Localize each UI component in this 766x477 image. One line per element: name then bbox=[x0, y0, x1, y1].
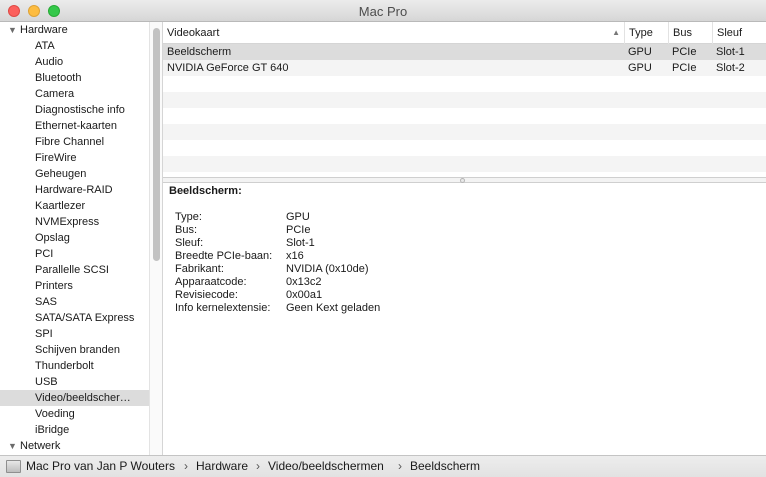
column-header-type[interactable]: Type bbox=[624, 22, 668, 44]
sidebar-item[interactable]: Schijven branden bbox=[0, 342, 149, 358]
table-row-empty bbox=[163, 92, 766, 108]
path-separator-icon: › bbox=[184, 459, 188, 473]
column-header-videokaart[interactable]: Videokaart ▲ bbox=[163, 22, 624, 44]
detail-field-key: Breedte PCIe-baan: bbox=[175, 250, 273, 262]
table-row-empty bbox=[163, 76, 766, 92]
sidebar-item[interactable]: Diagnostische info bbox=[0, 102, 149, 118]
sidebar-item[interactable]: iBridge bbox=[0, 422, 149, 438]
sidebar-item[interactable]: Fibre Channel bbox=[0, 134, 149, 150]
sidebar-scrollbar-thumb[interactable] bbox=[153, 28, 160, 261]
detail-title: Beeldscherm: bbox=[169, 185, 242, 197]
column-header-sleuf[interactable]: Sleuf bbox=[712, 22, 766, 44]
detail-field-key: Fabrikant: bbox=[175, 263, 224, 275]
detail-field-key: Revisiecode: bbox=[175, 289, 238, 301]
detail-field-key: Info kernelextensie: bbox=[175, 302, 271, 314]
table-cell-bus: PCIe bbox=[672, 62, 697, 74]
detail-field-value: GPU bbox=[286, 211, 310, 223]
path-crumb[interactable]: Beeldscherm bbox=[410, 456, 480, 477]
column-header-label: Type bbox=[629, 27, 653, 39]
detail-pane: Beeldscherm: Type: GPU Bus: PCIe Sleuf: Slot-… bbox=[163, 183, 766, 455]
table-cell-bus: PCIe bbox=[672, 46, 697, 58]
sidebar-item[interactable]: SATA/SATA Express bbox=[0, 310, 149, 326]
table-row-empty bbox=[163, 108, 766, 124]
sidebar-item[interactable]: Bluetooth bbox=[0, 70, 149, 86]
sidebar-item[interactable]: Kaartlezer bbox=[0, 198, 149, 214]
path-separator-icon: › bbox=[256, 459, 260, 473]
sidebar-item[interactable]: ATA bbox=[0, 38, 149, 54]
detail-field-value: 0x13c2 bbox=[286, 276, 322, 288]
sidebar-item[interactable]: NVMExpress bbox=[0, 214, 149, 230]
sidebar-scrollbar[interactable] bbox=[149, 22, 163, 455]
computer-icon bbox=[6, 460, 21, 473]
sidebar: ▼ Hardware ATA Audio Bluetooth Camera Diagnost… bbox=[0, 22, 149, 455]
detail-field-key: Type: bbox=[175, 211, 202, 223]
detail-field-value: PCIe bbox=[286, 224, 311, 236]
sidebar-group-hardware[interactable]: ▼ Hardware bbox=[0, 22, 149, 38]
detail-field-key: Sleuf: bbox=[175, 237, 204, 249]
sidebar-group-label: Hardware bbox=[20, 24, 68, 36]
path-crumb[interactable]: Video/beeldschermen bbox=[268, 456, 384, 477]
sidebar-item[interactable]: Thunderbolt bbox=[0, 358, 149, 374]
disclosure-triangle-icon[interactable]: ▼ bbox=[8, 22, 20, 38]
column-header-bus[interactable]: Bus bbox=[668, 22, 712, 44]
column-header-label: Videokaart bbox=[167, 27, 220, 39]
detail-field-value: Geen Kext geladen bbox=[286, 302, 381, 314]
table-row-empty bbox=[163, 156, 766, 172]
sidebar-item[interactable]: USB bbox=[0, 374, 149, 390]
sidebar-item[interactable]: FireWire bbox=[0, 150, 149, 166]
path-crumb[interactable]: Hardware bbox=[196, 456, 248, 477]
sidebar-item[interactable]: PCI bbox=[0, 246, 149, 262]
table-header: Videokaart ▲ Type Bus Sleuf bbox=[163, 22, 766, 44]
sidebar-item[interactable]: Opslag bbox=[0, 230, 149, 246]
detail-field-value: 0x00a1 bbox=[286, 289, 323, 301]
table-cell-type: GPU bbox=[628, 46, 652, 58]
sidebar-item[interactable]: Camera bbox=[0, 86, 149, 102]
sidebar-item[interactable]: Geheugen bbox=[0, 166, 149, 182]
path-separator-icon: › bbox=[398, 459, 402, 473]
table-cell-name: NVIDIA GeForce GT 640 bbox=[167, 62, 289, 74]
table-row-empty bbox=[163, 140, 766, 156]
disclosure-triangle-icon[interactable]: ▼ bbox=[8, 438, 20, 454]
detail-field-key: Bus: bbox=[175, 224, 198, 236]
sidebar-item[interactable]: Hardware-RAID bbox=[0, 182, 149, 198]
title-bar: Mac Pro bbox=[0, 0, 766, 22]
window-title: Mac Pro bbox=[358, 4, 408, 19]
sidebar-item[interactable]: Ethernet-kaarten bbox=[0, 118, 149, 134]
table-cell-slot: Slot-2 bbox=[716, 62, 745, 74]
sidebar-item[interactable]: SPI bbox=[0, 326, 149, 342]
main-panel: Videokaart ▲ Type Bus Sleuf Beeldscherm G… bbox=[163, 22, 766, 455]
path-bar: Mac Pro van Jan P Wouters › Hardware › Video… bbox=[0, 455, 766, 477]
detail-field-value: x16 bbox=[286, 250, 304, 262]
sidebar-group-netwerk[interactable]: ▼ Netwerk bbox=[0, 438, 149, 454]
detail-field-value: Slot-1 bbox=[286, 237, 315, 249]
sidebar-item[interactable]: Audio bbox=[0, 54, 149, 70]
table-cell-type: GPU bbox=[628, 62, 652, 74]
path-crumb[interactable]: Mac Pro van Jan P Wouters bbox=[26, 456, 175, 477]
sidebar-item[interactable]: Printers bbox=[0, 278, 149, 294]
sidebar-item[interactable]: Video/beeldscher… bbox=[0, 390, 149, 406]
sidebar-item[interactable]: Voeding bbox=[0, 406, 149, 422]
table-row-empty bbox=[163, 124, 766, 140]
table-row[interactable]: NVIDIA GeForce GT 640 GPU PCIe Slot-2 bbox=[163, 60, 766, 76]
sidebar-group-label: Netwerk bbox=[20, 440, 61, 452]
column-header-label: Bus bbox=[673, 27, 692, 39]
table-cell-name: Beeldscherm bbox=[167, 46, 232, 58]
table-row[interactable]: Beeldscherm GPU PCIe Slot-1 bbox=[163, 44, 766, 60]
sort-ascending-icon: ▲ bbox=[612, 28, 620, 37]
detail-field-key: Apparaatcode: bbox=[175, 276, 247, 288]
sidebar-item[interactable]: SAS bbox=[0, 294, 149, 310]
sidebar-item[interactable]: Parallelle SCSI bbox=[0, 262, 149, 278]
table-cell-slot: Slot-1 bbox=[716, 46, 745, 58]
column-header-label: Sleuf bbox=[717, 27, 743, 39]
detail-field-value: NVIDIA (0x10de) bbox=[286, 263, 369, 275]
